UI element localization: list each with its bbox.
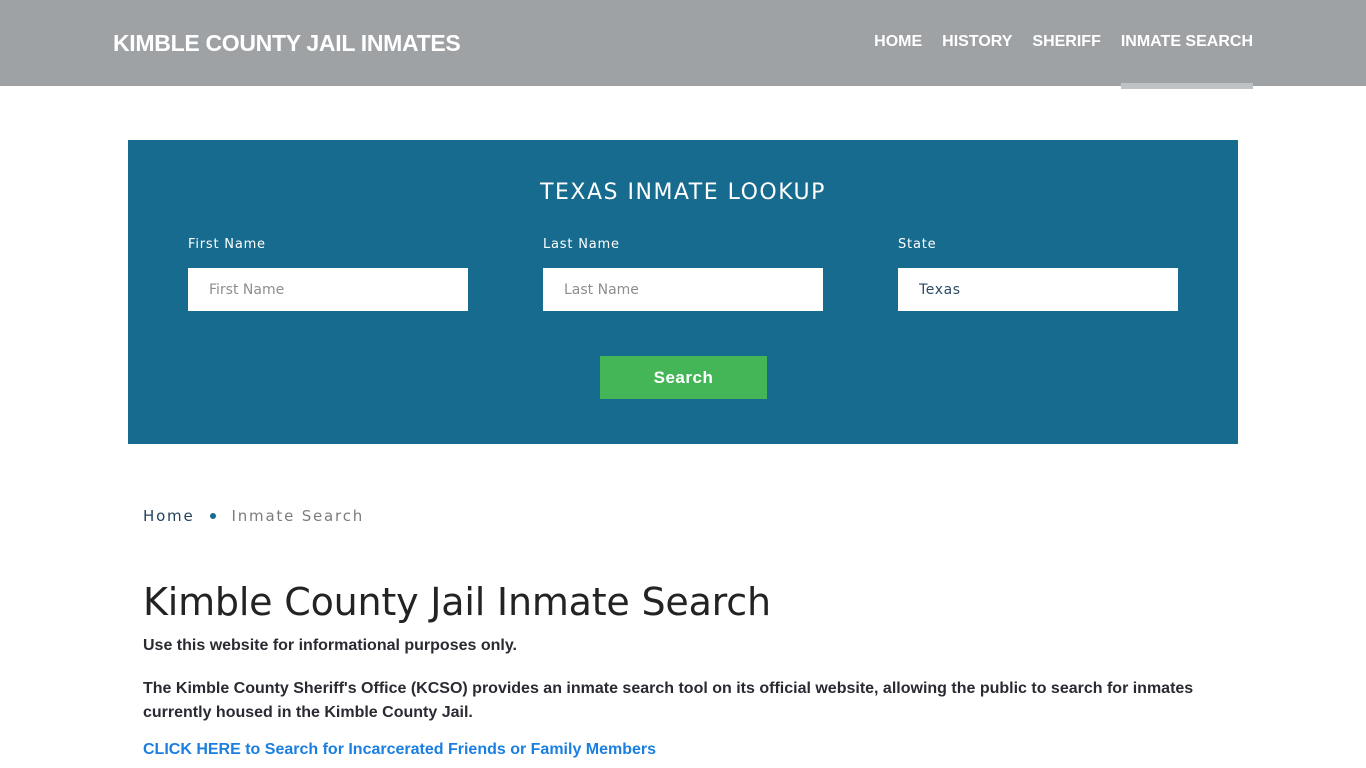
state-input[interactable] [898, 268, 1178, 311]
lookup-title: TEXAS INMATE LOOKUP [540, 180, 826, 205]
last-name-label: Last Name [543, 237, 620, 252]
first-name-input[interactable] [188, 268, 468, 311]
breadcrumb-separator-icon [209, 513, 216, 519]
site-header: KIMBLE COUNTY JAIL INMATES HOME HISTORY … [0, 0, 1366, 89]
nav-home[interactable]: HOME [874, 33, 922, 89]
first-name-field: First Name [188, 237, 468, 311]
nav-sheriff[interactable]: SHERIFF [1032, 33, 1100, 89]
site-brand-link[interactable]: KIMBLE COUNTY JAIL INMATES [113, 30, 461, 57]
nav-inmate-search[interactable]: INMATE SEARCH [1120, 33, 1254, 89]
first-name-label: First Name [188, 237, 266, 252]
breadcrumb-current: Inmate Search [231, 507, 365, 525]
main-nav: HOME HISTORY SHERIFF INMATE SEARCH [854, 33, 1254, 89]
nav-history[interactable]: HISTORY [942, 33, 1012, 89]
last-name-field: Last Name [543, 237, 823, 311]
breadcrumb-home[interactable]: Home [143, 507, 195, 525]
state-field: State [898, 237, 1178, 311]
breadcrumb: Home Inmate Search [143, 507, 364, 525]
disclaimer-text: Use this website for informational purpo… [143, 637, 517, 654]
last-name-input[interactable] [543, 268, 823, 311]
state-label: State [898, 237, 937, 252]
search-button[interactable]: Search [600, 356, 767, 399]
page-title: Kimble County Jail Inmate Search [143, 580, 771, 624]
intro-text: The Kimble County Sheriff's Office (KCSO… [143, 680, 1194, 721]
search-friends-family-link[interactable]: CLICK HERE to Search for Incarcerated Fr… [143, 741, 656, 759]
